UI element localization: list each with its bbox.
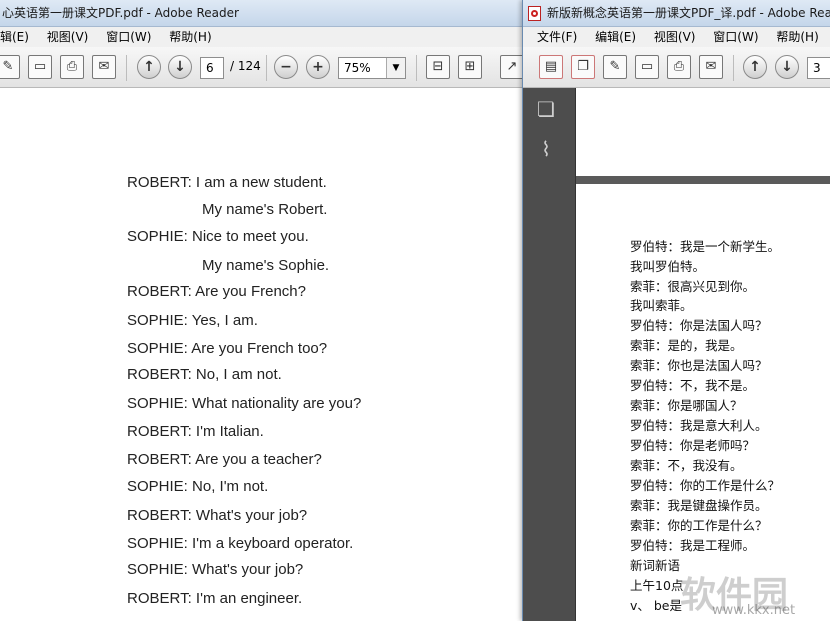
- watermark-url: www.kkx.net: [712, 603, 795, 618]
- dialogue-line: ROBERT: What's your job?: [127, 507, 307, 524]
- zoom-out-icon[interactable]: −: [274, 55, 298, 79]
- attachments-icon[interactable]: ⌇: [533, 136, 559, 162]
- create-pdf-icon[interactable]: ▤: [539, 55, 563, 79]
- fit-width-icon[interactable]: ⊞: [458, 55, 482, 79]
- left-toolbar: ✎ ▭ ⎙ ✉ ↑ ↓ 6 / 124 − + 75% ▼ ⊟ ⊞ ↗: [0, 47, 530, 88]
- dialogue-line: ROBERT: Are you French?: [127, 283, 306, 300]
- translation-line: 索菲：我是键盘操作员。: [630, 495, 768, 514]
- page-total: / 124: [230, 59, 261, 73]
- translation-page: 罗伯特：我是一个新学生。 我叫罗伯特。 索菲：很高兴见到你。 我叫索菲。 罗伯特…: [576, 184, 830, 621]
- left-title-bar: 心英语第一册课文PDF.pdf - Adobe Reader: [0, 0, 530, 27]
- menu-file[interactable]: 文件(F): [537, 27, 577, 47]
- dialogue-line: SOPHIE: Are you French too?: [127, 340, 327, 357]
- translation-line: v、 be是: [630, 595, 682, 614]
- page-number-input[interactable]: 6: [200, 57, 224, 79]
- right-title-bar: 新版新概念英语第一册课文PDF_译.pdf - Adobe Reader: [523, 0, 830, 27]
- translation-line: 罗伯特：我是工程师。: [630, 535, 755, 554]
- dialogue-line: SOPHIE: I'm a keyboard operator.: [127, 535, 353, 552]
- next-page-icon[interactable]: ↓: [168, 55, 192, 79]
- right-reader-window: 新版新概念英语第一册课文PDF_译.pdf - Adobe Reader 文件(…: [522, 0, 830, 621]
- right-document-area: 罗伯特：我是一个新学生。 我叫罗伯特。 索菲：很高兴见到你。 我叫索菲。 罗伯特…: [576, 88, 830, 621]
- dialogue-line: SOPHIE: What nationality are you?: [127, 395, 361, 412]
- print-icon[interactable]: ⎙: [667, 55, 691, 79]
- left-reader-window: 心英语第一册课文PDF.pdf - Adobe Reader 辑(E) 视图(V…: [0, 0, 530, 621]
- translation-line: 索菲：你是哪国人？: [630, 395, 743, 414]
- menu-view[interactable]: 视图(V): [654, 27, 696, 47]
- menu-help[interactable]: 帮助(H): [169, 27, 211, 47]
- zoom-value: 75%: [344, 61, 371, 75]
- menu-window[interactable]: 窗口(W): [713, 27, 758, 47]
- right-toolbar: ▤ ❐ ✎ ▭ ⎙ ✉ ↑ ↓ 3: [523, 47, 830, 88]
- prev-page-icon[interactable]: ↑: [743, 55, 767, 79]
- translation-line: 索菲：你的工作是什么？: [630, 515, 768, 534]
- left-menu-bar: 辑(E) 视图(V) 窗口(W) 帮助(H): [0, 27, 530, 47]
- translation-line: 罗伯特：你是老师吗？: [630, 435, 755, 454]
- print-icon[interactable]: ⎙: [60, 55, 84, 79]
- translation-line: 罗伯特：不，我不是。: [630, 375, 755, 394]
- email-icon[interactable]: ✉: [92, 55, 116, 79]
- translation-line: 索菲：你也是法国人吗？: [630, 355, 768, 374]
- dialogue-line: ROBERT: I'm an engineer.: [127, 590, 302, 607]
- zoom-in-icon[interactable]: +: [306, 55, 330, 79]
- translation-line: 上午10点: [630, 575, 683, 594]
- left-document-page: ROBERT: I am a new student. My name's Ro…: [0, 88, 530, 621]
- translation-line: 罗伯特：你是法国人吗？: [630, 315, 768, 334]
- translation-line: 罗伯特：我是一个新学生。: [630, 236, 780, 255]
- translation-line: 罗伯特：我是意大利人。: [630, 415, 768, 434]
- fit-page-icon[interactable]: ⊟: [426, 55, 450, 79]
- pages-panel-icon[interactable]: ❏: [533, 96, 559, 122]
- navigation-sidebar: ❏ ⌇: [523, 88, 576, 621]
- dialogue-line: My name's Sophie.: [202, 257, 329, 274]
- previous-page: [576, 88, 830, 176]
- select-tool-icon[interactable]: ↗: [500, 55, 524, 79]
- translation-line: 索菲：很高兴见到你。: [630, 276, 755, 295]
- save-icon[interactable]: ▭: [28, 55, 52, 79]
- left-window-title: 心英语第一册课文PDF.pdf - Adobe Reader: [2, 6, 239, 20]
- dialogue-line: My name's Robert.: [202, 201, 327, 218]
- translation-line: 索菲：是的，我是。: [630, 335, 743, 354]
- translation-line: 索菲：不，我没有。: [630, 455, 743, 474]
- dialogue-line: ROBERT: No, I am not.: [127, 366, 282, 383]
- page-number-input[interactable]: 3: [807, 57, 830, 79]
- dialogue-line: SOPHIE: Yes, I am.: [127, 312, 258, 329]
- menu-view[interactable]: 视图(V): [47, 27, 89, 47]
- save-icon[interactable]: ▭: [635, 55, 659, 79]
- chevron-down-icon[interactable]: ▼: [386, 58, 405, 78]
- translation-line: 罗伯特：你的工作是什么？: [630, 475, 780, 494]
- right-menu-bar: 文件(F) 编辑(E) 视图(V) 窗口(W) 帮助(H): [523, 27, 830, 47]
- dialogue-line: SOPHIE: No, I'm not.: [127, 478, 268, 495]
- next-page-icon[interactable]: ↓: [775, 55, 799, 79]
- dialogue-line: ROBERT: I'm Italian.: [127, 423, 264, 440]
- translation-line: 新词新语: [630, 555, 680, 574]
- edit-icon[interactable]: ✎: [603, 55, 627, 79]
- edit-icon[interactable]: ✎: [0, 55, 20, 79]
- zoom-select[interactable]: 75% ▼: [338, 57, 406, 79]
- prev-page-icon[interactable]: ↑: [137, 55, 161, 79]
- dialogue-line: ROBERT: Are you a teacher?: [127, 451, 322, 468]
- combine-files-icon[interactable]: ❐: [571, 55, 595, 79]
- right-window-title: 新版新概念英语第一册课文PDF_译.pdf - Adobe Reader: [547, 0, 830, 26]
- dialogue-line: ROBERT: I am a new student.: [127, 174, 327, 191]
- dialogue-line: SOPHIE: Nice to meet you.: [127, 228, 309, 245]
- translation-line: 我叫索菲。: [630, 295, 693, 314]
- translation-line: 我叫罗伯特。: [630, 256, 705, 275]
- email-icon[interactable]: ✉: [699, 55, 723, 79]
- menu-window[interactable]: 窗口(W): [106, 27, 151, 47]
- menu-help[interactable]: 帮助(H): [776, 27, 818, 47]
- menu-edit[interactable]: 辑(E): [0, 27, 29, 47]
- dialogue-line: SOPHIE: What's your job?: [127, 561, 303, 578]
- pdf-file-icon: [528, 6, 541, 21]
- menu-edit[interactable]: 编辑(E): [595, 27, 636, 47]
